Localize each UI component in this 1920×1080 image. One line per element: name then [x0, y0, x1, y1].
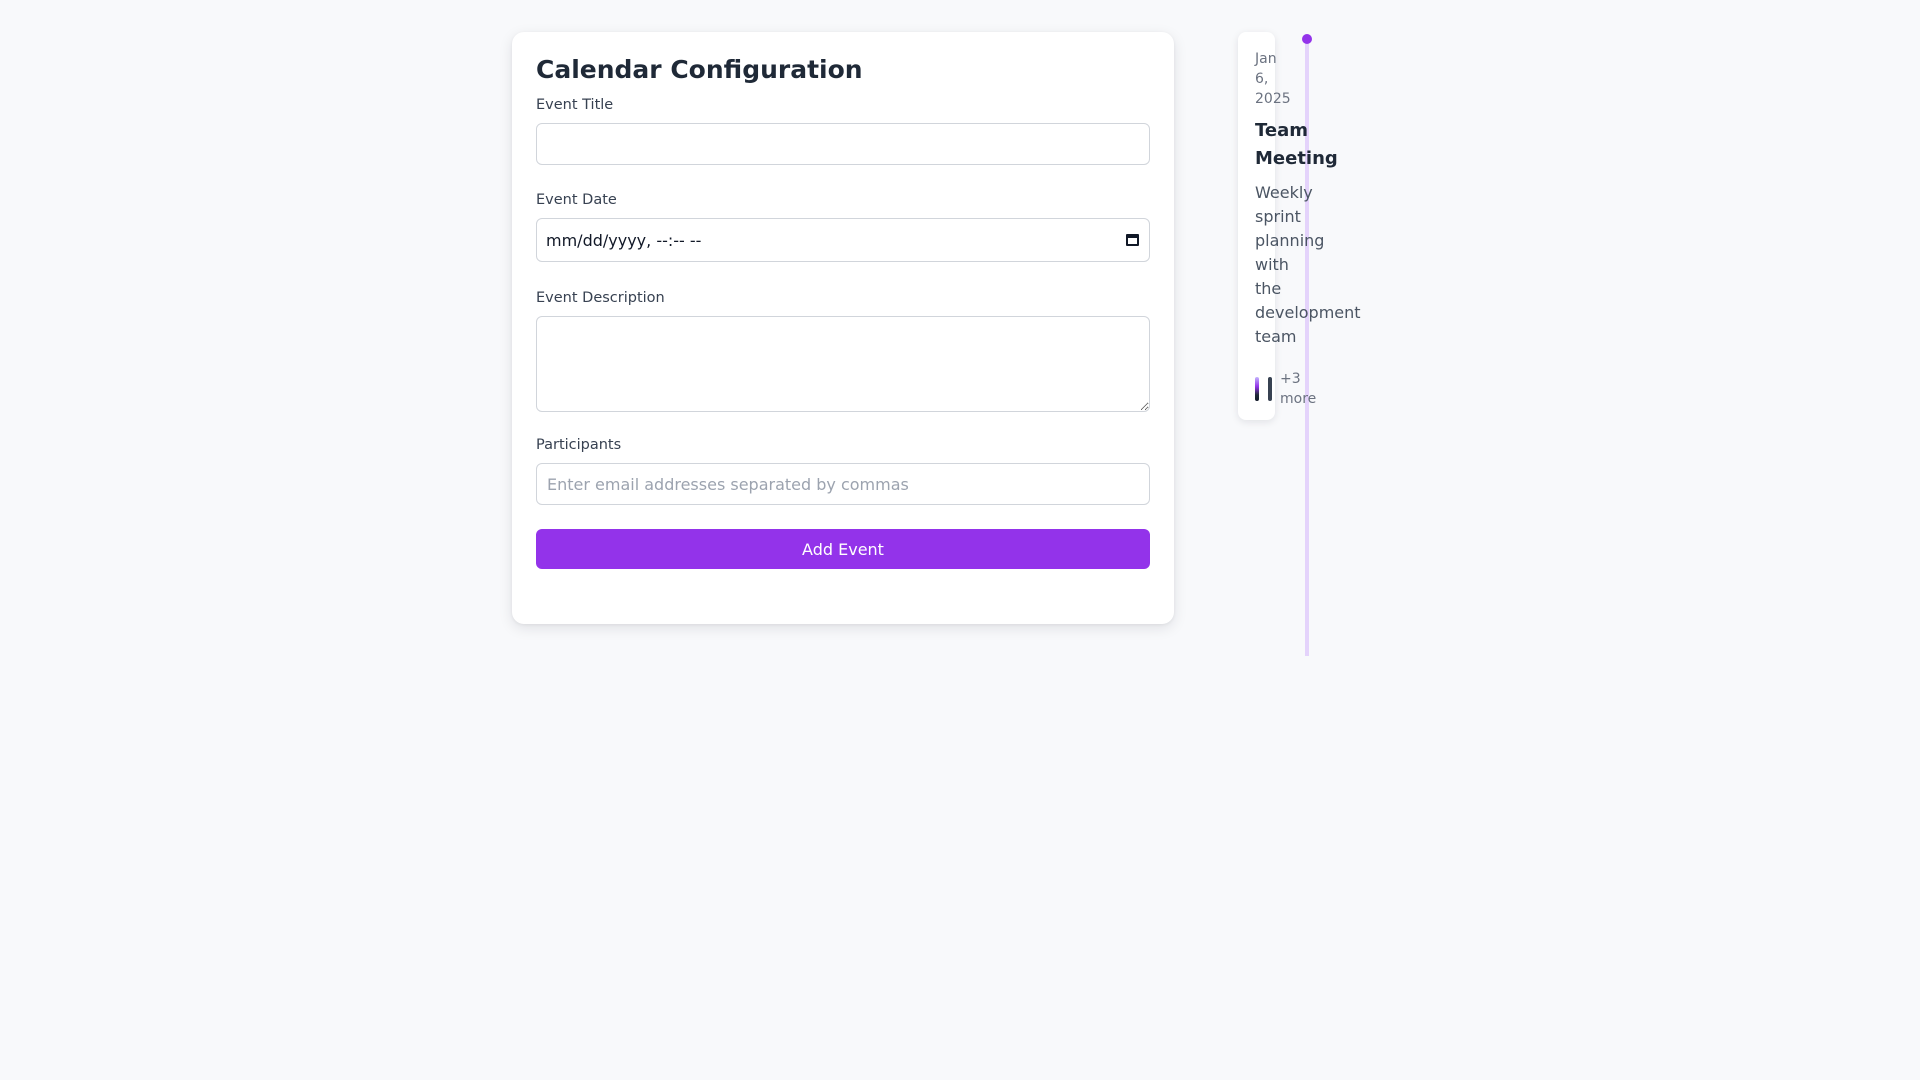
- timeline-dot: [1302, 34, 1312, 44]
- avatar: [1268, 377, 1272, 401]
- event-date-input[interactable]: mm/dd/yyyy, --:-- --: [536, 218, 1150, 262]
- event-description-group: Event Description: [536, 289, 1150, 412]
- timeline-event-card[interactable]: Jan 6, 2025 Team Meeting Weekly sprint p…: [1238, 32, 1361, 420]
- event-title-group: Event Title: [536, 96, 1150, 165]
- event-card-participants: +3 more: [1255, 369, 1345, 409]
- event-title-label: Event Title: [536, 97, 614, 113]
- event-date-group: Event Date mm/dd/yyyy, --:-- --: [536, 191, 1150, 262]
- event-title-input[interactable]: [536, 123, 1150, 165]
- add-event-button[interactable]: Add Event: [536, 529, 1150, 569]
- participants-group: Participants: [536, 436, 1150, 505]
- more-participants-label[interactable]: +3 more: [1280, 369, 1320, 409]
- form-title: Calendar Configuration: [536, 55, 863, 84]
- event-date-value: mm/dd/yyyy, --:-- --: [546, 230, 702, 250]
- event-card-title: Team Meeting: [1255, 120, 1338, 169]
- event-card-date: Jan 6, 2025: [1255, 51, 1291, 107]
- participants-input[interactable]: [536, 463, 1150, 505]
- event-card-description: Weekly sprint planning with the developm…: [1255, 183, 1361, 346]
- calendar-icon[interactable]: [1126, 234, 1139, 246]
- event-date-label: Event Date: [536, 192, 617, 208]
- event-description-label: Event Description: [536, 290, 665, 306]
- avatar: [1255, 377, 1259, 401]
- participants-label: Participants: [536, 437, 622, 453]
- event-description-textarea[interactable]: [536, 316, 1150, 412]
- calendar-config-form: Calendar Configuration Event Title Event…: [512, 32, 1174, 624]
